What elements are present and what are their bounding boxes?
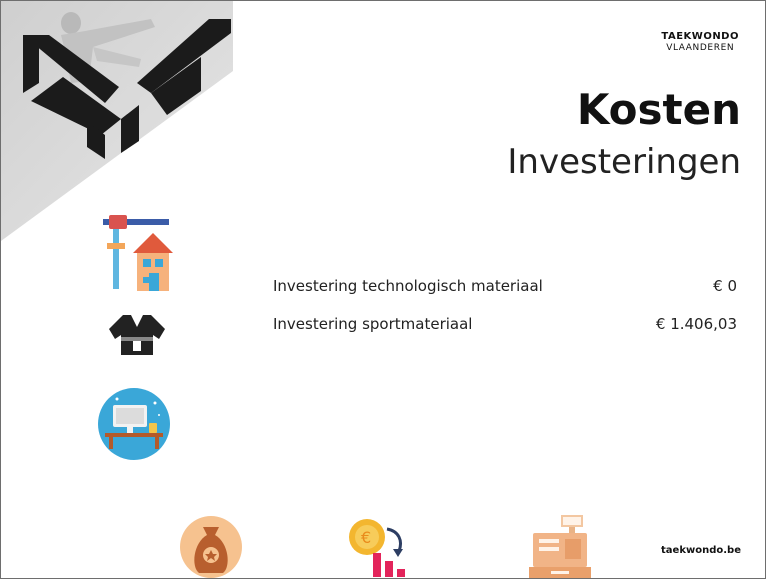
construction-house-icon xyxy=(103,215,173,291)
computer-desk-icon xyxy=(98,388,170,460)
slide-title: Kosten xyxy=(576,85,741,134)
cost-row-technology: Investering technologisch materiaal € 0 xyxy=(273,277,737,299)
cost-value: € 1.406,03 xyxy=(655,315,737,333)
coin-decline-icon: € xyxy=(349,519,405,577)
cost-value: € 0 xyxy=(713,277,737,295)
slide: TAEKWONDO VLAANDEREN Kosten Investeringe… xyxy=(0,0,766,579)
org-logo-line2: VLAANDEREN xyxy=(666,43,735,53)
slide-subtitle: Investeringen xyxy=(507,142,741,182)
svg-text:€: € xyxy=(361,528,371,547)
website-link[interactable]: taekwondo.be xyxy=(661,545,741,556)
cash-register-icon xyxy=(529,515,591,578)
org-logo-line1: TAEKWONDO xyxy=(661,31,739,42)
cost-label: Investering technologisch materiaal xyxy=(273,277,543,295)
dobok-uniform-icon xyxy=(109,315,165,355)
cost-row-sport: Investering sportmateriaal € 1.406,03 xyxy=(273,315,737,337)
cost-label: Investering sportmateriaal xyxy=(273,315,473,333)
org-logo: TAEKWONDO VLAANDEREN xyxy=(661,31,739,53)
money-bag-icon xyxy=(180,516,242,578)
brand-panel xyxy=(1,1,233,241)
